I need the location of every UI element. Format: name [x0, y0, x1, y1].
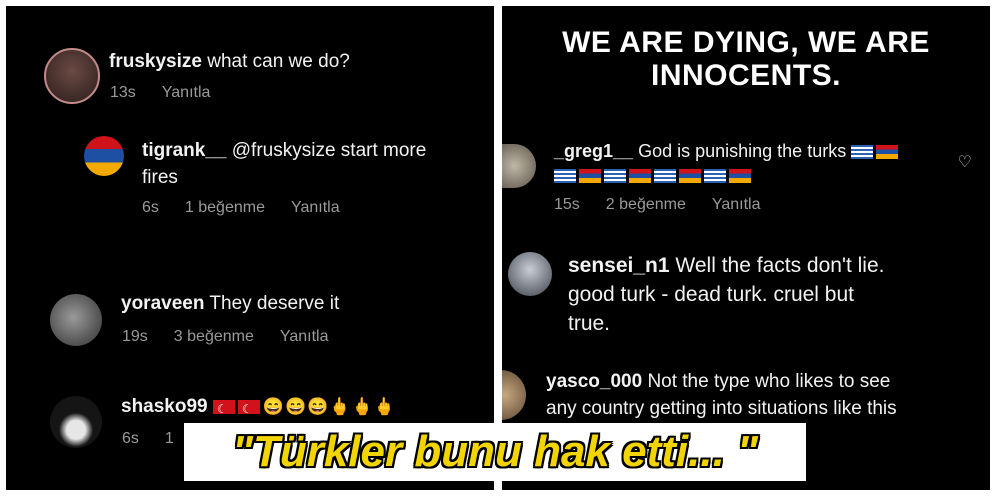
grinning-face-icon: 😄: [262, 397, 285, 416]
avatar-yoraveen[interactable]: [50, 294, 102, 346]
comment-time: 6s: [122, 430, 139, 447]
comment-text: good turk - dead turk. cruel but: [568, 283, 854, 306]
headline-line: INNOCENTS.: [650, 59, 841, 92]
comment-meta: 6s 1 beğenme Yanıtla: [142, 199, 366, 217]
flag-greece-icon: [704, 169, 726, 183]
middle-finger-icon: 🖕: [351, 397, 373, 416]
flag-armenia-icon: [729, 169, 751, 183]
caption-text: "Türkler bunu hak etti... ": [232, 427, 758, 476]
reply-button[interactable]: Yanıtla: [280, 328, 329, 345]
comment-text: Not the type who likes to see: [647, 371, 891, 392]
comment-greg1: _greg1__ God is punishing the turks: [554, 139, 901, 187]
middle-finger-icon: 🖕: [329, 397, 351, 416]
middle-finger-icon: 🖕: [373, 397, 395, 416]
username-tigrank[interactable]: tigrank__: [142, 140, 226, 161]
post-headline: WE ARE DYING, WE ARE INNOCENTS.: [502, 26, 990, 92]
avatar-tigrank[interactable]: [84, 136, 124, 176]
username-yoraveen[interactable]: yoraveen: [121, 293, 204, 314]
flag-armenia-icon: [579, 169, 601, 183]
comment-meta: 13s Yanıtla: [110, 84, 236, 102]
comment-text: what can we do?: [207, 51, 350, 72]
caption-banner: "Türkler bunu hak etti... ": [184, 423, 806, 481]
flag-turkey-icon: [212, 396, 235, 423]
likes-count[interactable]: 1 beğenme: [185, 199, 265, 216]
comment-shasko99: shasko99 😄😄😄🖕🖕🖕: [121, 393, 396, 423]
reply-button[interactable]: Yanıtla: [291, 199, 340, 216]
likes-count[interactable]: 1: [165, 430, 174, 447]
comment-time: 15s: [554, 196, 580, 213]
comment-text: fires: [142, 167, 178, 188]
comment-text: any country getting into situations like…: [546, 398, 897, 419]
username-greg1[interactable]: _greg1__: [554, 141, 633, 161]
comment-text: @fruskysize start more: [231, 140, 427, 161]
flag-turkey-icon: [237, 396, 260, 423]
comment-text: They deserve it: [209, 293, 340, 314]
comment-time: 6s: [142, 199, 159, 216]
flag-greece-icon: [554, 169, 576, 183]
reply-button[interactable]: Yanıtla: [162, 84, 211, 101]
comment-meta: 15s 2 beğenme Yanıtla: [554, 196, 786, 214]
username-yasco-000[interactable]: yasco_000: [546, 371, 642, 392]
reply-button[interactable]: Yanıtla: [712, 196, 761, 213]
flag-armenia-icon: [629, 169, 651, 183]
heart-icon[interactable]: ♡: [958, 152, 972, 172]
avatar-yasco-000[interactable]: [502, 370, 526, 420]
right-comment-panel: WE ARE DYING, WE ARE INNOCENTS. _greg1__…: [502, 6, 990, 490]
comment-yoraveen: yoraveen They deserve it: [121, 290, 339, 317]
avatar-shasko99[interactable]: [50, 396, 102, 448]
avatar-fruskysize[interactable]: [44, 48, 100, 104]
comment-text: true.: [568, 312, 611, 335]
flag-greece-icon: [851, 145, 874, 159]
grinning-face-icon: 😄: [307, 397, 329, 416]
flag-armenia-icon: [876, 145, 899, 159]
left-comment-panel: fruskysize what can we do? 13s Yanıtla ti…: [6, 6, 494, 490]
comment-meta: 19s 3 beğenme Yanıtla: [122, 328, 354, 346]
likes-count[interactable]: 2 beğenme: [606, 196, 686, 213]
comment-time: 13s: [110, 84, 136, 101]
comment-time: 19s: [122, 328, 148, 345]
username-sensei-n1[interactable]: sensei_n1: [568, 254, 670, 277]
username-shasko99[interactable]: shasko99: [121, 396, 208, 417]
comment-yasco-000: yasco_000 Not the type who likes to see …: [546, 368, 897, 422]
flag-armenia-icon: [679, 169, 701, 183]
comment-text: God is punishing the turks: [638, 141, 847, 161]
username-fruskysize[interactable]: fruskysize: [109, 51, 202, 72]
grinning-face-icon: 😄: [285, 397, 307, 416]
comment-text: Well the facts don't lie.: [675, 254, 885, 277]
headline-line: WE ARE DYING, WE ARE: [562, 26, 930, 59]
avatar-sensei-n1[interactable]: [508, 252, 552, 296]
flag-greece-icon: [654, 169, 676, 183]
likes-count[interactable]: 3 beğenme: [174, 328, 254, 345]
comment-tigrank: tigrank__ @fruskysize start more fires: [142, 137, 426, 191]
avatar-greg1[interactable]: [502, 144, 536, 188]
comment-fruskysize: fruskysize what can we do?: [109, 48, 350, 75]
comment-sensei-n1: sensei_n1 Well the facts don't lie. good…: [568, 251, 884, 338]
flag-greece-icon: [604, 169, 626, 183]
